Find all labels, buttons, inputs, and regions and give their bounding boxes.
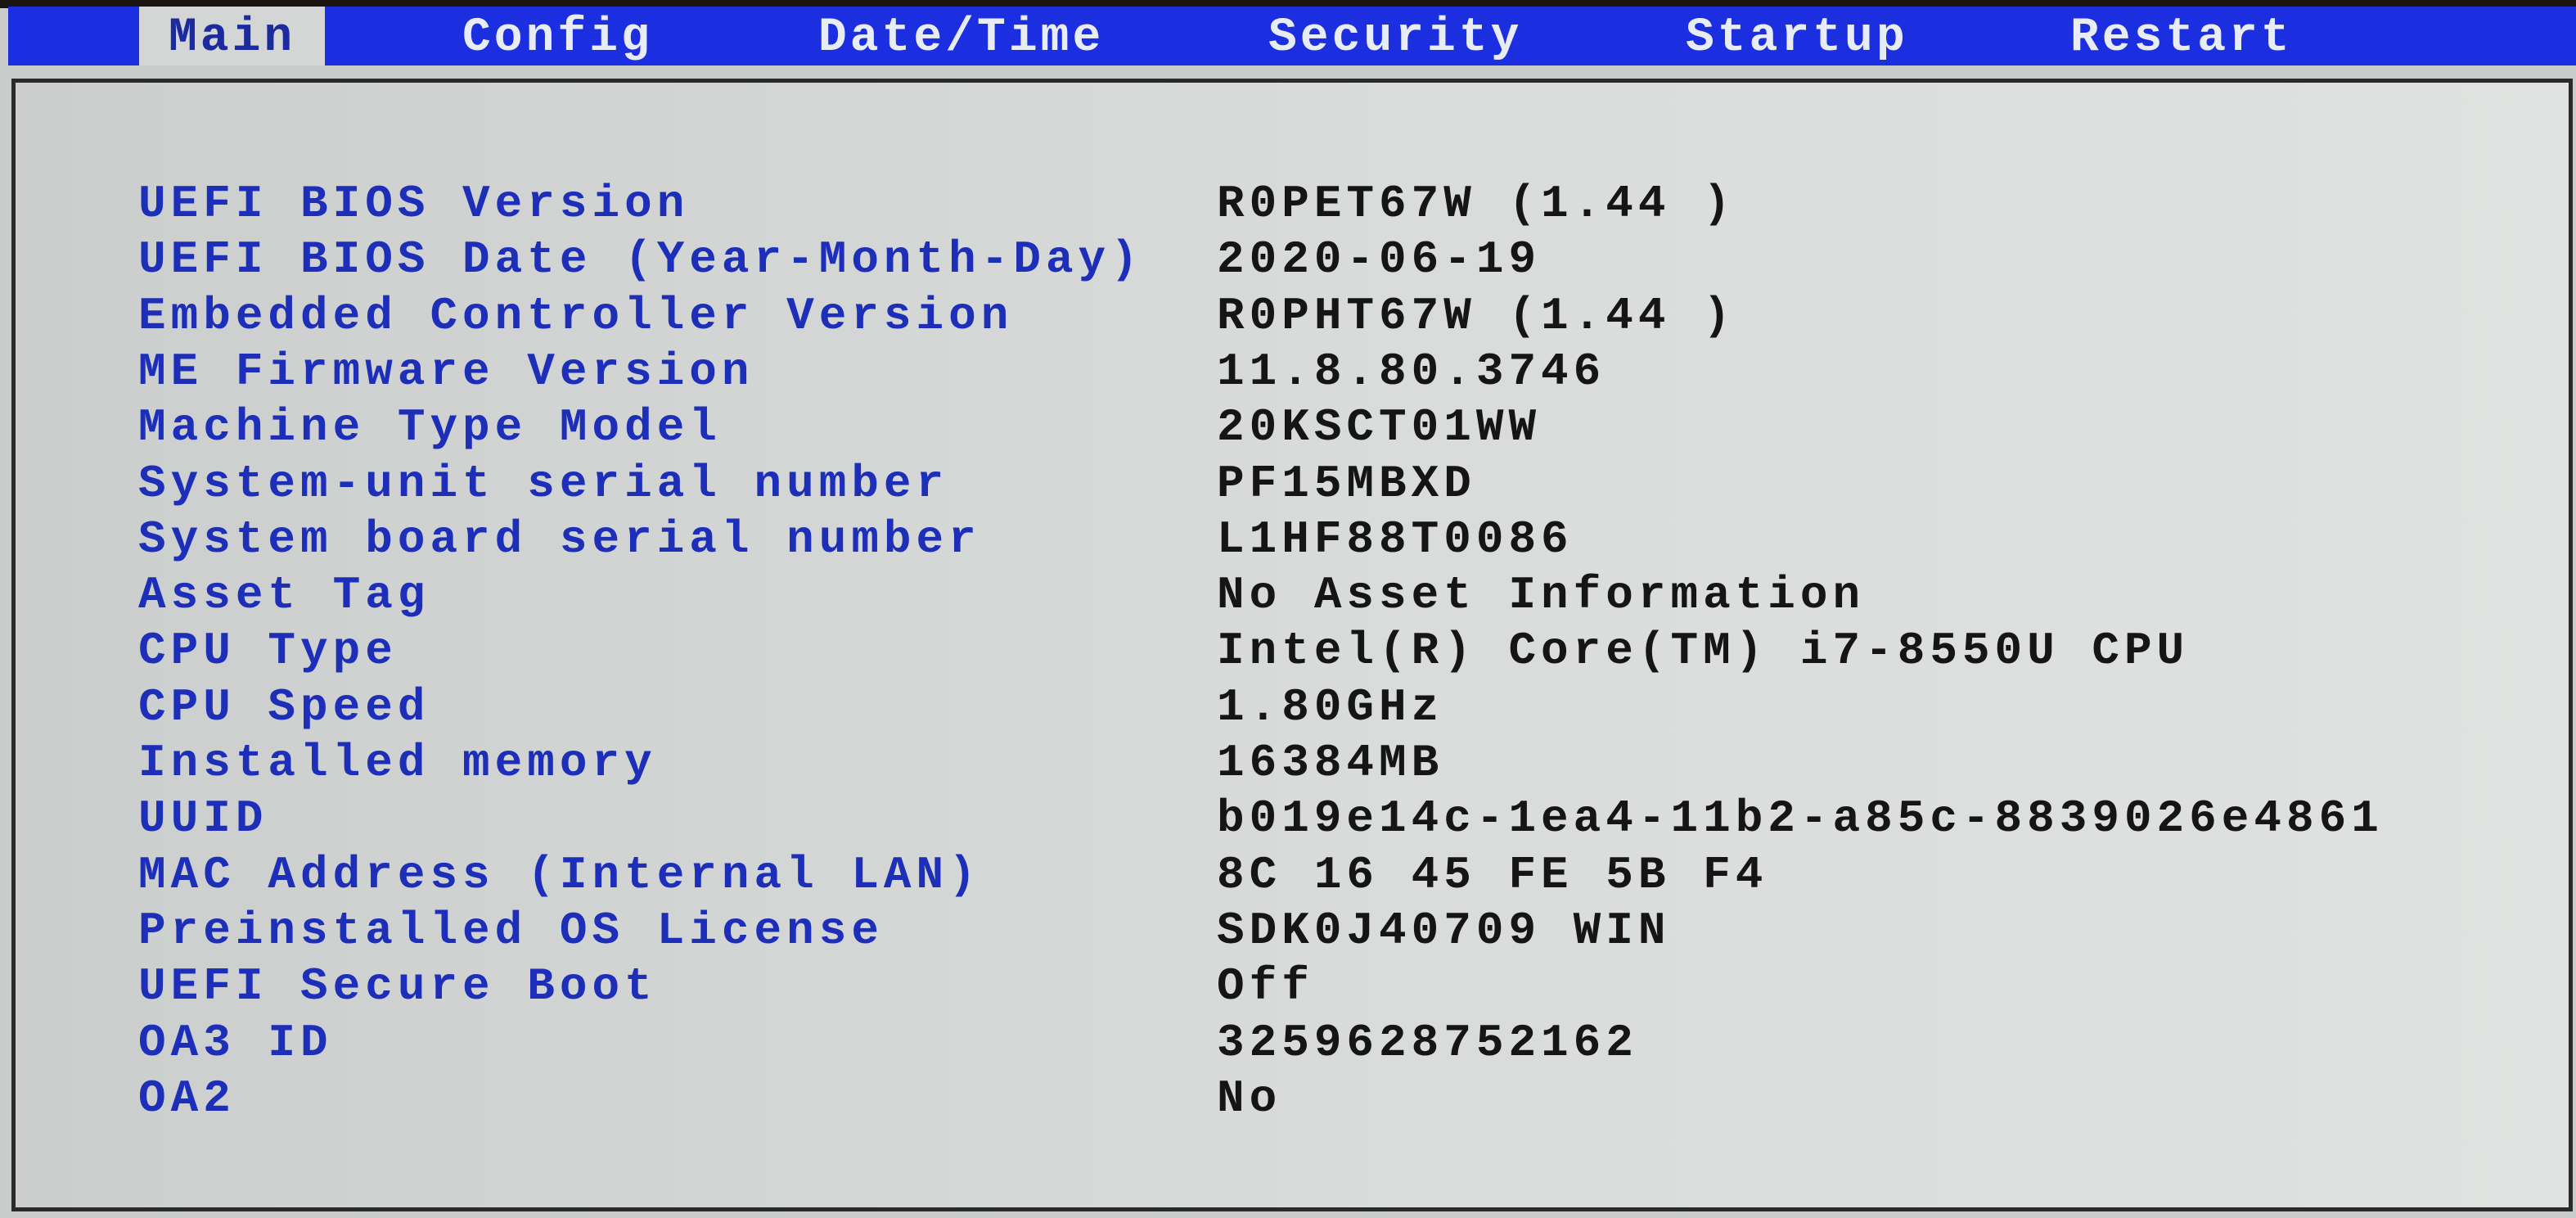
info-value: No Asset Information <box>1217 569 1866 622</box>
info-label: CPU Type <box>138 625 398 678</box>
info-label: Installed memory <box>138 737 657 789</box>
info-value: PF15MBXD <box>1217 457 1476 510</box>
info-label: Embedded Controller Version <box>138 289 1014 342</box>
info-panel: UEFI BIOS Version R0PET67W (1.44 ) UEFI BI… <box>11 79 2573 1211</box>
info-label: OA2 <box>138 1071 236 1125</box>
info-value: R0PET67W (1.44 ) <box>1217 178 1736 230</box>
tab-security[interactable]: Security <box>1268 7 1522 65</box>
info-label: CPU Speed <box>138 680 430 733</box>
info-value: 16384MB <box>1217 737 1444 789</box>
tab-main[interactable]: Main <box>139 7 326 65</box>
info-label: UEFI Secure Boot <box>138 960 657 1013</box>
info-value: Intel(R) Core(TM) i7-8550U CPU <box>1217 625 2190 678</box>
tab-restart[interactable]: Restart <box>2070 7 2293 65</box>
info-label: ME Firmware Version <box>138 345 754 398</box>
info-label: MAC Address (Internal LAN) <box>138 848 981 901</box>
info-value: L1HF88T0086 <box>1217 512 1574 566</box>
info-value: No <box>1217 1071 1282 1125</box>
info-label: UEFI BIOS Date (Year-Month-Day) <box>138 233 1143 286</box>
tab-bar: Main Config Date/Time Security Startup R… <box>8 7 2576 65</box>
info-value: SDK0J40709 WIN <box>1217 904 1671 957</box>
info-value: 2020-06-19 <box>1217 233 1542 286</box>
info-value: 20KSCT01WW <box>1217 401 1542 454</box>
info-value: R0PHT67W (1.44 ) <box>1217 289 1736 342</box>
info-value: Off <box>1217 960 1314 1013</box>
info-value: 8C 16 45 FE 5B F4 <box>1217 848 1768 901</box>
info-label: UEFI BIOS Version <box>138 178 690 230</box>
info-label: Preinstalled OS License <box>138 904 884 957</box>
info-label: Machine Type Model <box>138 401 722 454</box>
info-value: b019e14c-1ea4-11b2-a85c-8839026e4861 <box>1217 792 2384 846</box>
tab-config[interactable]: Config <box>462 7 653 65</box>
info-label: OA3 ID <box>138 1016 333 1069</box>
info-label: UUID <box>138 792 268 846</box>
info-label: Asset Tag <box>138 569 430 622</box>
tab-date-time[interactable]: Date/Time <box>818 7 1104 65</box>
info-value: 11.8.80.3746 <box>1217 345 1606 398</box>
info-value: 1.80GHz <box>1217 680 1444 733</box>
info-label: System-unit serial number <box>138 457 949 510</box>
info-value: 3259628752162 <box>1217 1016 1638 1069</box>
tab-startup[interactable]: Startup <box>1686 7 1908 65</box>
info-label: System board serial number <box>138 512 981 566</box>
